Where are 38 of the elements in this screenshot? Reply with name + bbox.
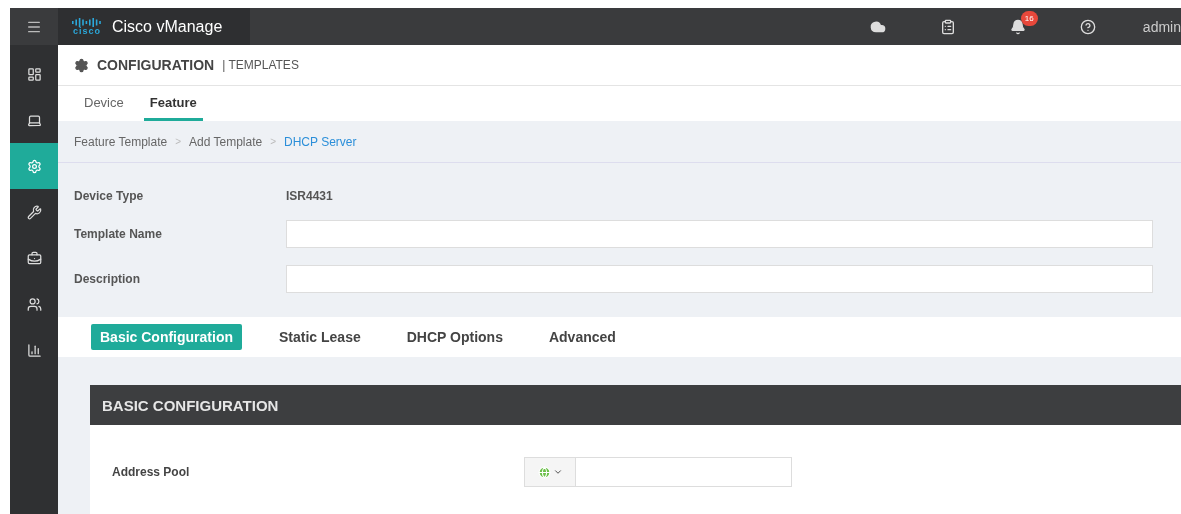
logo-word: cisco bbox=[73, 26, 101, 36]
breadcrumb-item[interactable]: Add Template bbox=[189, 134, 263, 149]
gear-icon bbox=[74, 57, 89, 73]
section-tab[interactable]: DHCP Options bbox=[397, 324, 512, 350]
field-label: Address Pool bbox=[112, 465, 191, 479]
address-pool-field[interactable] bbox=[576, 457, 792, 487]
device-type-value: ISR4431 bbox=[286, 189, 334, 203]
wrench-icon bbox=[26, 204, 42, 220]
template-name-field[interactable] bbox=[286, 220, 1153, 248]
notification-badge: 16 bbox=[1020, 10, 1038, 26]
field-label: Template Name bbox=[74, 227, 163, 241]
card-title: BASIC CONFIGURATION bbox=[102, 396, 279, 414]
section-tab[interactable]: Static Lease bbox=[270, 324, 370, 350]
tab[interactable]: Device bbox=[78, 86, 130, 121]
laptop-icon bbox=[26, 112, 42, 128]
breadcrumb-separator: > bbox=[270, 136, 277, 147]
dashboard-icon bbox=[26, 66, 42, 82]
page-title: CONFIGURATION bbox=[97, 57, 215, 73]
field-label: Description bbox=[74, 272, 141, 286]
product-name: Cisco vManage bbox=[112, 17, 223, 36]
breadcrumb-item[interactable]: Feature Template bbox=[74, 134, 168, 149]
gear-icon bbox=[26, 158, 42, 174]
section-tab[interactable]: Advanced bbox=[539, 324, 625, 350]
logo-bars-icon bbox=[72, 17, 102, 27]
breadcrumb-separator: > bbox=[175, 136, 181, 147]
briefcase-icon bbox=[26, 250, 42, 266]
tab[interactable]: Feature bbox=[143, 86, 203, 121]
globe-icon bbox=[537, 465, 551, 479]
help-icon[interactable] bbox=[1079, 18, 1096, 35]
field-label: Device Type bbox=[74, 189, 145, 203]
caret-icon bbox=[552, 467, 563, 477]
bell-icon[interactable] bbox=[1009, 18, 1026, 35]
user-menu[interactable]: admin bbox=[1142, 18, 1181, 35]
people-icon bbox=[26, 296, 42, 312]
description-field[interactable] bbox=[286, 265, 1153, 293]
clipboard-icon[interactable] bbox=[939, 18, 956, 35]
bar-chart-icon bbox=[26, 342, 42, 358]
page-subtitle: | TEMPLATES bbox=[222, 58, 299, 72]
